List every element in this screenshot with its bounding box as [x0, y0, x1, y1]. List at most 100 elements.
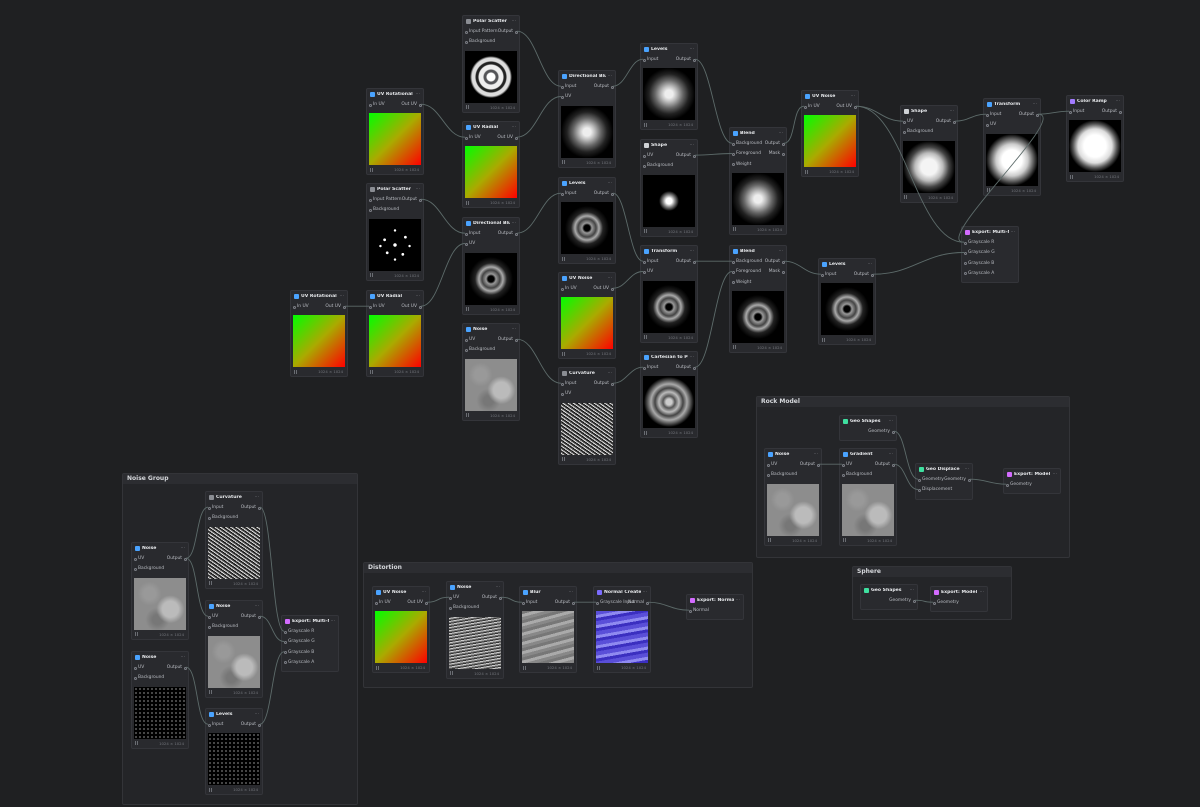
node-menu-icon[interactable]: ⋯	[512, 221, 517, 226]
input-socket[interactable]	[841, 473, 845, 477]
group-title[interactable]: Distortion	[364, 563, 752, 573]
node-uv-radial-2[interactable]: UV Radial ⋯ In UV Out UV 1024 × 1024	[366, 290, 424, 378]
input-socket[interactable]	[560, 287, 564, 291]
node-d-uv-noise[interactable]: UV Noise ⋯ In UV Out UV 1024 × 1024	[372, 586, 430, 674]
grid-icon[interactable]	[294, 369, 298, 374]
node-header[interactable]: Curvature ⋯	[559, 368, 615, 379]
output-socket[interactable]	[891, 463, 895, 467]
connection-wire[interactable]	[420, 243, 466, 307]
connection-wire[interactable]	[516, 96, 562, 138]
output-socket[interactable]	[424, 601, 428, 605]
input-socket[interactable]	[731, 142, 735, 146]
node-directional-blur-1[interactable]: Directional Blur⋯ Input Output UV 1024 × 102…	[558, 70, 616, 168]
input-socket[interactable]	[731, 152, 735, 156]
node-r-export[interactable]: Export: Model ⋯ Geometry	[1003, 468, 1061, 495]
output-socket[interactable]	[514, 30, 518, 34]
node-menu-icon[interactable]: ⋯	[1116, 99, 1121, 104]
node-header[interactable]: Blend ⋯	[730, 246, 786, 257]
output-socket[interactable]	[257, 615, 261, 619]
output-socket[interactable]	[418, 198, 422, 202]
input-socket[interactable]	[283, 661, 287, 665]
node-header[interactable]: Geo Shapes ⋯	[840, 416, 896, 427]
output-socket[interactable]	[514, 338, 518, 342]
node-header[interactable]: Shape ⋯	[901, 106, 957, 117]
node-header[interactable]: Noise ⋯	[447, 582, 503, 593]
grid-icon[interactable]	[209, 581, 213, 586]
input-socket[interactable]	[207, 615, 211, 619]
connection-wire[interactable]	[954, 113, 987, 122]
input-socket[interactable]	[1005, 483, 1009, 487]
input-socket[interactable]	[464, 242, 468, 246]
node-menu-icon[interactable]: ⋯	[690, 47, 695, 52]
node-menu-icon[interactable]: ⋯	[340, 294, 345, 299]
input-socket[interactable]	[207, 506, 211, 510]
input-socket[interactable]	[560, 392, 564, 396]
node-header[interactable]: Export: Multi-Mask⋯	[962, 227, 1018, 238]
node-menu-icon[interactable]: ⋯	[779, 249, 784, 254]
output-socket[interactable]	[692, 58, 696, 62]
input-socket[interactable]	[368, 198, 372, 202]
node-header[interactable]: Noise ⋯	[206, 601, 262, 612]
node-menu-icon[interactable]: ⋯	[889, 452, 894, 457]
node-menu-icon[interactable]: ⋯	[255, 495, 260, 500]
node-header[interactable]: Noise ⋯	[132, 652, 188, 663]
node-ng-noise-1[interactable]: Noise ⋯ UV Output Background 1024 × 1024	[131, 542, 189, 640]
node-menu-icon[interactable]: ⋯	[496, 585, 501, 590]
connection-wire[interactable]	[1037, 110, 1070, 115]
node-header[interactable]: Levels ⋯	[819, 259, 875, 270]
node-menu-icon[interactable]: ⋯	[643, 590, 648, 595]
node-menu-icon[interactable]: ⋯	[889, 419, 894, 424]
node-menu-icon[interactable]: ⋯	[416, 294, 421, 299]
node-curvature-1[interactable]: Curvature ⋯ Input Output UV 1024 × 1024	[558, 367, 616, 465]
input-socket[interactable]	[766, 463, 770, 467]
node-header[interactable]: Geo Displace ⋯	[916, 464, 972, 475]
node-header[interactable]: Export: Normal ⋯	[687, 595, 743, 606]
connection-wire[interactable]	[694, 271, 733, 368]
connection-wire[interactable]	[694, 58, 733, 144]
node-menu-icon[interactable]: ⋯	[512, 125, 517, 130]
input-socket[interactable]	[917, 488, 921, 492]
node-levels-1[interactable]: Levels ⋯ Input Output 1024 × 1024	[640, 43, 698, 131]
node-menu-icon[interactable]: ⋯	[416, 187, 421, 192]
node-menu-icon[interactable]: ⋯	[181, 546, 186, 551]
input-socket[interactable]	[731, 163, 735, 167]
node-header[interactable]: UV Rotational ⋯	[291, 291, 347, 302]
node-header[interactable]: Cartesian to Polar⋯	[641, 352, 697, 363]
node-header[interactable]: Curvature ⋯	[206, 492, 262, 503]
node-uv-noise-2[interactable]: UV Noise ⋯ In UV Out UV 1024 × 1024	[558, 272, 616, 360]
output-socket[interactable]	[418, 305, 422, 309]
group-title[interactable]: Noise Group	[123, 474, 357, 484]
grid-icon[interactable]	[466, 307, 470, 312]
output-socket[interactable]	[781, 142, 785, 146]
input-socket[interactable]	[963, 272, 967, 276]
input-socket[interactable]	[963, 251, 967, 255]
node-header[interactable]: UV Noise ⋯	[559, 273, 615, 284]
input-socket[interactable]	[292, 305, 296, 309]
output-socket[interactable]	[816, 463, 820, 467]
grid-icon[interactable]	[370, 273, 374, 278]
node-directional-blur-2[interactable]: Directional Blur⋯ Input Output UV 1024 × 102…	[462, 217, 520, 315]
output-socket[interactable]	[418, 103, 422, 107]
connection-wire[interactable]	[612, 366, 644, 384]
input-socket[interactable]	[642, 164, 646, 168]
node-levels-2[interactable]: Levels ⋯ Input Output 1024 × 1024	[558, 177, 616, 265]
node-menu-icon[interactable]: ⋯	[569, 590, 574, 595]
group-title[interactable]: Rock Model	[757, 397, 1069, 407]
node-uv-rotational-1[interactable]: UV Rotational ⋯ In UV Out UV 1024 × 1024	[366, 88, 424, 176]
input-socket[interactable]	[207, 516, 211, 520]
input-socket[interactable]	[731, 270, 735, 274]
input-socket[interactable]	[464, 40, 468, 44]
node-ng-export[interactable]: Export: Multi-Mask⋯ Grayscale R Grayscale …	[281, 615, 339, 673]
input-socket[interactable]	[560, 382, 564, 386]
node-menu-icon[interactable]: ⋯	[950, 109, 955, 114]
node-header[interactable]: Gradient ⋯	[840, 449, 896, 460]
input-socket[interactable]	[642, 270, 646, 274]
connection-wire[interactable]	[516, 192, 562, 234]
input-socket[interactable]	[283, 651, 287, 655]
connection-wire[interactable]	[612, 192, 644, 262]
input-socket[interactable]	[963, 262, 967, 266]
grid-icon[interactable]	[376, 665, 380, 670]
grid-icon[interactable]	[597, 665, 601, 670]
node-s-export[interactable]: Export: Model ⋯ Geometry	[930, 586, 988, 613]
node-menu-icon[interactable]: ⋯	[255, 712, 260, 717]
